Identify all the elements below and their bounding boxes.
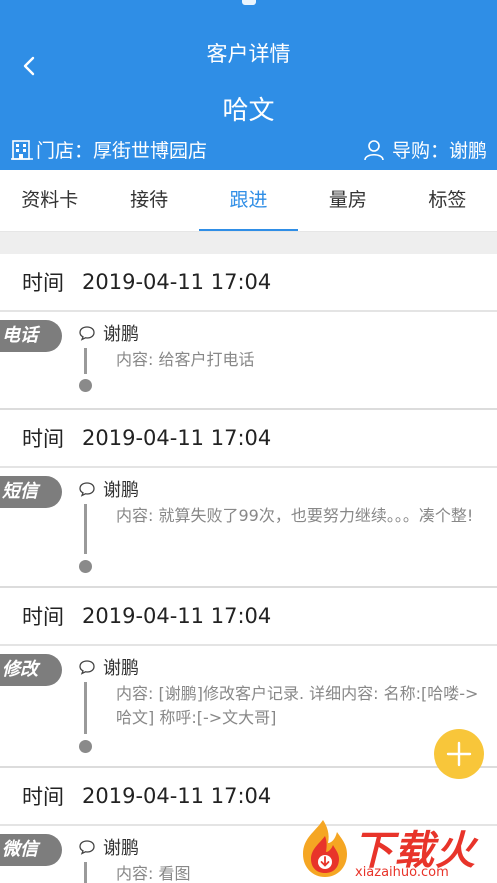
list-item[interactable]: 时间 2019-04-11 17:04 短信 谢鹏 内容: 就算失败了99次，也… [0, 410, 497, 588]
tab-reception[interactable]: 接待 [99, 170, 198, 231]
tab-tags[interactable]: 标签 [398, 170, 497, 231]
status-bar-indicator [242, 0, 256, 5]
time-value: 2019-04-11 17:04 [82, 426, 272, 450]
record-content: 内容: 给客户打电话 [116, 350, 255, 369]
record-type-badge: 电话 [0, 320, 62, 352]
time-label: 时间 [22, 271, 64, 295]
guide-label: 导购：谢鹏 [391, 140, 487, 162]
time-label: 时间 [22, 427, 64, 451]
timeline-line [84, 348, 87, 374]
timeline-dot [79, 379, 92, 392]
record-author: 谢鹏 [78, 476, 139, 502]
tab-bar: 资料卡 接待 跟进 量房 标签 [0, 170, 497, 232]
record-type-badge: 短信 [0, 476, 62, 508]
record-content: 内容: 就算失败了99次，也要努力继续。。。凑个整! [116, 506, 474, 525]
time-value: 2019-04-11 17:04 [82, 604, 272, 628]
follow-up-list: 时间 2019-04-11 17:04 电话 谢鹏 内容: 给客户打电话 时间 … [0, 254, 497, 883]
author-name: 谢鹏 [103, 480, 139, 501]
store-info: 门店：厚街世博园店 [10, 136, 207, 163]
section-divider [0, 232, 497, 254]
record-author: 谢鹏 [78, 654, 139, 680]
list-item[interactable]: 时间 2019-04-11 17:04 修改 谢鹏 内容: [谢鹏]修改客户记录… [0, 588, 497, 768]
guide-info: 导购：谢鹏 [362, 136, 487, 163]
store-label: 门店：厚街世博园店 [36, 140, 208, 162]
list-item[interactable]: 时间 2019-04-11 17:04 电话 谢鹏 内容: 给客户打电话 [0, 254, 497, 410]
author-name: 谢鹏 [103, 838, 139, 859]
tab-profile-card[interactable]: 资料卡 [0, 170, 99, 231]
timeline-line [84, 504, 87, 554]
time-label: 时间 [22, 605, 64, 629]
record-author: 谢鹏 [78, 320, 139, 346]
record-author: 谢鹏 [78, 834, 139, 860]
comment-icon [79, 482, 95, 497]
flame-logo-icon [303, 820, 347, 877]
author-name: 谢鹏 [103, 658, 139, 679]
author-name: 谢鹏 [103, 324, 139, 345]
timeline-line [84, 682, 87, 734]
watermark-url: xiazaihuo.com [355, 865, 449, 880]
record-type-badge: 修改 [0, 654, 62, 686]
plus-icon [446, 741, 472, 767]
page-title: 客户详情 [206, 42, 291, 66]
timeline-dot [79, 740, 92, 753]
comment-icon [79, 326, 95, 341]
comment-icon [79, 660, 95, 675]
record-type-badge: 微信 [0, 834, 62, 866]
record-time-row: 时间 2019-04-11 17:04 [0, 588, 497, 646]
person-icon [364, 139, 384, 160]
timeline-dot [79, 560, 92, 573]
tab-follow-up[interactable]: 跟进 [198, 170, 299, 231]
timeline-line [84, 862, 87, 883]
comment-icon [79, 840, 95, 855]
add-record-button[interactable] [434, 729, 484, 779]
time-value: 2019-04-11 17:04 [82, 784, 272, 808]
record-time-row: 时间 2019-04-11 17:04 [0, 254, 497, 312]
record-content: 内容: [谢鹏]修改客户记录. 详细内容: 名称:[哈喽->哈文] 称呼:[->… [116, 684, 479, 727]
tab-measure-room[interactable]: 量房 [298, 170, 397, 231]
store-icon [11, 139, 33, 160]
record-body: 短信 谢鹏 内容: 就算失败了99次，也要努力继续。。。凑个整! [0, 468, 497, 586]
record-time-row: 时间 2019-04-11 17:04 [0, 410, 497, 468]
watermark: 下载火 xiazaihuo.com [293, 816, 497, 883]
record-body: 电话 谢鹏 内容: 给客户打电话 [0, 312, 497, 408]
app-header: 客户详情 哈文 门店：厚街世博园店 导购：谢鹏 [0, 0, 497, 170]
record-body: 修改 谢鹏 内容: [谢鹏]修改客户记录. 详细内容: 名称:[哈喽->哈文] … [0, 646, 497, 766]
time-label: 时间 [22, 785, 64, 809]
customer-name: 哈文 [222, 96, 275, 126]
time-value: 2019-04-11 17:04 [82, 270, 272, 294]
